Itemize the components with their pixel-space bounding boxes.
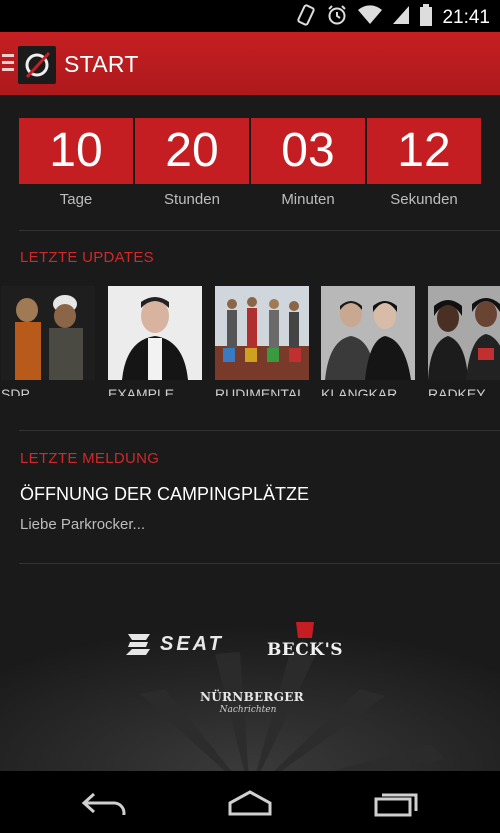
artist-image[interactable] — [428, 286, 500, 380]
updates-carousel[interactable]: SDP EXAMPLE RUDIMENTAL KLANGKARUS RADKEY — [0, 286, 500, 396]
news-teaser[interactable]: Liebe Parkrocker... — [20, 516, 145, 533]
status-clock: 21:41 — [442, 6, 490, 28]
countdown-label: Tage — [59, 191, 93, 208]
artist-name: EXAMPLE — [108, 386, 175, 396]
countdown-hours: 20 Stunden — [135, 118, 249, 208]
sponsor-nuernberger-logo[interactable]: NÜRNBERGER Nachrichten — [200, 690, 305, 715]
page-title: START — [64, 51, 139, 77]
sponsor-name: NÜRNBERGER — [200, 690, 305, 704]
seat-icon — [126, 634, 150, 655]
artist-name: RUDIMENTAL — [215, 386, 305, 396]
artist-name: RADKEY — [428, 386, 486, 396]
countdown-value: 03 — [251, 118, 365, 184]
sponsor-name: BECK'S — [266, 640, 344, 660]
recent-apps-icon[interactable] — [374, 789, 420, 822]
artist-image[interactable] — [215, 286, 309, 380]
artist-image[interactable] — [321, 286, 415, 380]
news-section-title: LETZTE MELDUNG — [20, 450, 160, 467]
sponsor-subname: Nachrichten — [219, 705, 277, 715]
battery-icon — [420, 4, 433, 31]
countdown-minutes: 03 Minuten — [251, 118, 365, 208]
rotate-icon — [296, 4, 316, 31]
update-item[interactable]: RUDIMENTAL — [215, 286, 309, 396]
countdown-value: 20 — [135, 118, 249, 184]
sponsor-becks-logo[interactable]: BECK'S — [264, 620, 346, 660]
sponsor-seat-logo[interactable]: SEAT — [126, 632, 224, 656]
back-icon[interactable] — [81, 791, 128, 825]
artist-image[interactable] — [108, 286, 202, 380]
news-headline[interactable]: ÖFFNUNG DER CAMPINGPLÄTZE — [20, 484, 309, 505]
status-bar: 21:41 — [0, 0, 500, 32]
becks-key-icon — [296, 622, 314, 638]
sponsor-area: SEAT BECK'S NÜRNBERGER Nachrichten — [0, 564, 500, 771]
divider — [19, 430, 500, 431]
app-bar: START — [0, 32, 500, 95]
countdown-label: Minuten — [281, 191, 335, 208]
alarm-icon — [326, 4, 348, 31]
menu-icon[interactable] — [2, 54, 14, 72]
artist-image[interactable] — [1, 286, 95, 380]
signal-icon — [392, 5, 410, 30]
update-item[interactable]: RADKEY — [428, 286, 500, 396]
festival-logo-icon[interactable] — [18, 46, 56, 84]
updates-section-title: LETZTE UPDATES — [20, 249, 154, 266]
countdown-label: Sekunden — [390, 191, 458, 208]
divider — [19, 230, 500, 231]
update-item[interactable]: SDP — [1, 286, 95, 396]
countdown-seconds: 12 Sekunden — [367, 118, 481, 208]
update-item[interactable]: EXAMPLE — [108, 286, 202, 396]
countdown-value: 10 — [19, 118, 133, 184]
wifi-icon — [358, 5, 383, 30]
countdown: 10 Tage 20 Stunden 03 Minuten 12 Sekunde… — [19, 118, 481, 208]
sunburst-background — [0, 564, 500, 771]
countdown-label: Stunden — [164, 191, 220, 208]
update-item[interactable]: KLANGKARUSSELL — [321, 286, 417, 396]
sponsor-name: SEAT — [160, 632, 224, 655]
artist-name: SDP — [1, 386, 30, 396]
countdown-days: 10 Tage — [19, 118, 133, 208]
countdown-value: 12 — [367, 118, 481, 184]
navigation-bar — [0, 771, 500, 833]
artist-name: KLANGKARUSSELL — [321, 386, 417, 396]
home-icon[interactable] — [226, 789, 274, 822]
